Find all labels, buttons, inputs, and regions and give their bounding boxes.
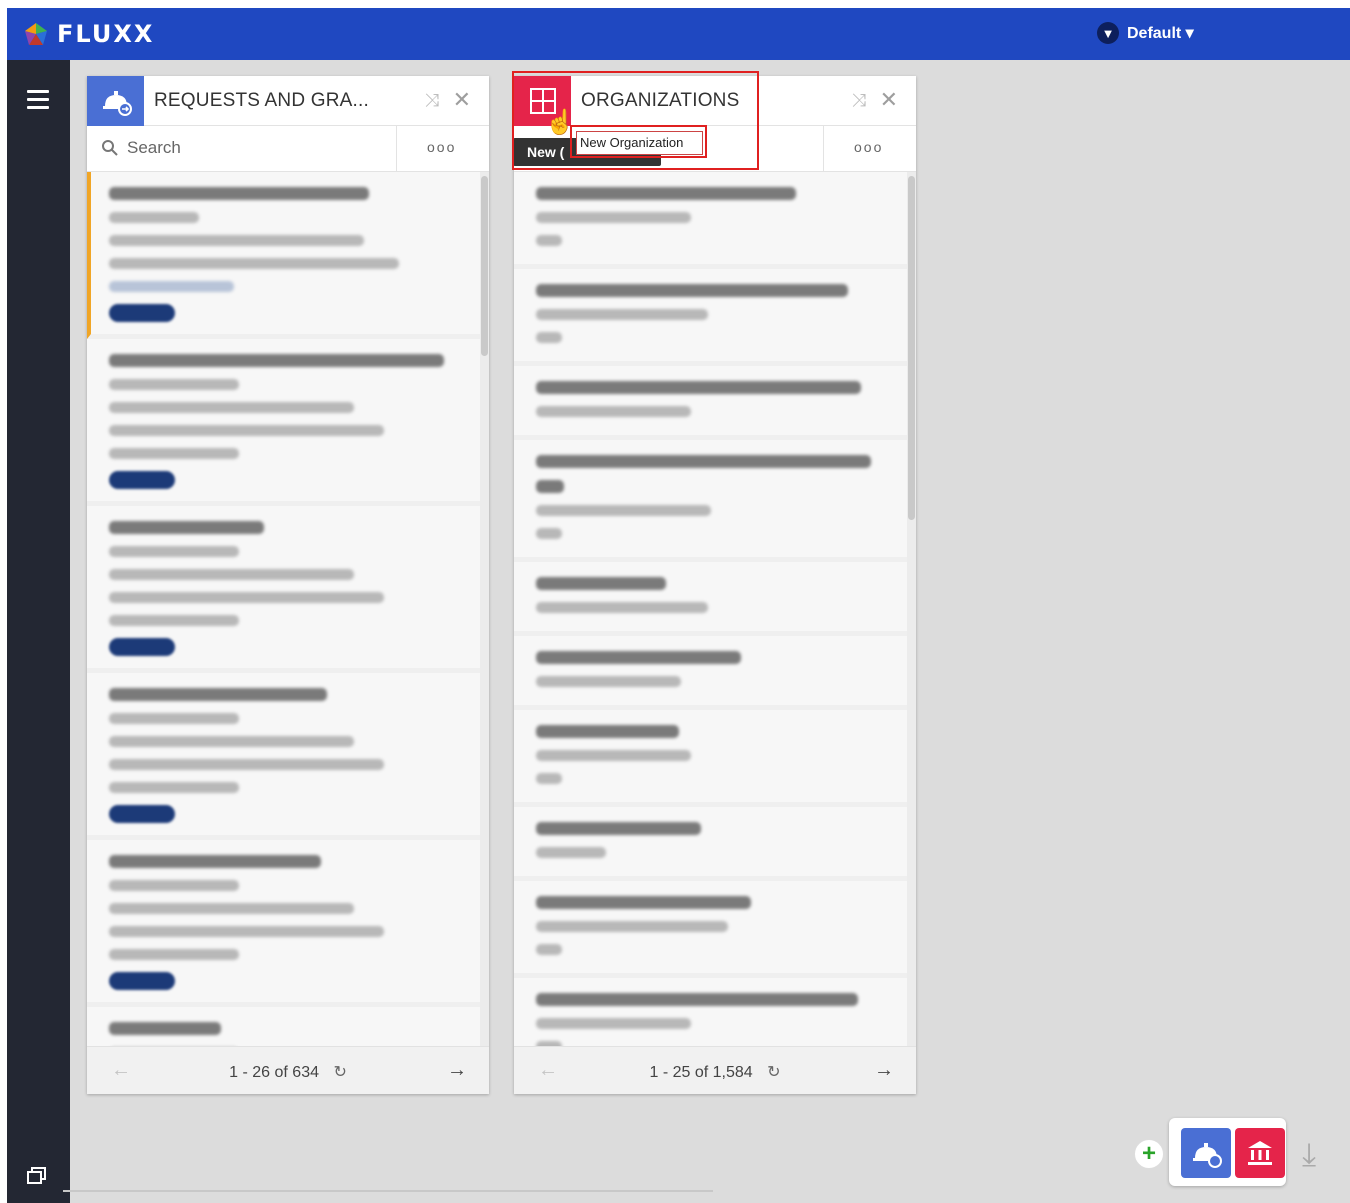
next-page-icon[interactable]: →: [447, 1059, 467, 1082]
search-icon: [102, 140, 118, 156]
app-logo[interactable]: FLUXX: [23, 20, 154, 48]
scrollbar[interactable]: [480, 172, 489, 1046]
minimize-icon[interactable]: ⤨: [425, 90, 439, 111]
list-item[interactable]: [87, 506, 480, 673]
list-item[interactable]: [514, 172, 907, 269]
list-item[interactable]: [87, 673, 480, 840]
highlight-outline-tooltip: [570, 125, 707, 158]
request-list: [87, 172, 480, 1046]
list-item[interactable]: [514, 710, 907, 807]
pager: 1 - 26 of 634 ↻: [87, 1062, 489, 1082]
organizations-card: ORGANIZATIONS ⤨ ✕ ooo ← 1 - 25 of 1,584: [514, 76, 916, 1094]
divider: [823, 126, 824, 172]
more-options-button[interactable]: ooo: [427, 139, 456, 155]
list-item[interactable]: [514, 978, 907, 1046]
close-icon[interactable]: ✕: [880, 87, 898, 113]
hamburger-icon[interactable]: [27, 90, 49, 114]
app-name: FLUXX: [57, 20, 155, 48]
next-page-icon[interactable]: →: [874, 1059, 894, 1082]
list-item[interactable]: [87, 1007, 480, 1046]
filter-dropdown[interactable]: ▼ Default ▾: [1097, 22, 1194, 44]
organization-list: [514, 172, 907, 1046]
pager: 1 - 25 of 1,584 ↻: [514, 1062, 916, 1082]
requests-card: REQUESTS AND GRA... ⤨ ✕ Search ooo ← 1 -…: [87, 76, 489, 1094]
dock-organizations-button[interactable]: [1235, 1128, 1285, 1178]
fluxx-logo-icon: [25, 23, 47, 45]
more-options-button[interactable]: ooo: [854, 139, 883, 155]
minimize-icon[interactable]: ⤨: [852, 90, 866, 111]
refresh-icon[interactable]: ↻: [333, 1062, 346, 1082]
app-window: FLUXX ▼ Default ▾ REQUESTS AND GRA... ⤨ …: [7, 8, 1350, 1203]
dock-requests-button[interactable]: [1181, 1128, 1231, 1178]
card-title: REQUESTS AND GRA...: [154, 90, 369, 111]
scrollbar[interactable]: [907, 172, 916, 1046]
cards-icon[interactable]: [27, 1167, 47, 1185]
funnel-icon: ▼: [1097, 22, 1119, 44]
card-header: REQUESTS AND GRA... ⤨ ✕: [87, 76, 489, 126]
pager-text: 1 - 25 of 1,584: [649, 1064, 753, 1081]
top-bar: FLUXX ▼ Default ▾: [7, 8, 1350, 60]
card-footer: ← 1 - 25 of 1,584 ↻ →: [514, 1046, 916, 1094]
add-dashboard-button[interactable]: +: [1134, 1139, 1164, 1169]
list-item[interactable]: [87, 339, 480, 506]
refresh-icon[interactable]: ↻: [767, 1062, 780, 1082]
list-item[interactable]: [514, 807, 907, 881]
list-item[interactable]: [87, 840, 480, 1007]
card-footer: ← 1 - 26 of 634 ↻ →: [87, 1046, 489, 1094]
list-item[interactable]: [514, 562, 907, 636]
list-item[interactable]: [514, 881, 907, 978]
download-icon[interactable]: ⤓: [1302, 1136, 1316, 1174]
search-bar: Search ooo: [87, 126, 489, 172]
list-item[interactable]: [514, 366, 907, 440]
bank-icon: [1248, 1141, 1272, 1165]
list-item[interactable]: [514, 269, 907, 366]
scrollbar-horizontal: [63, 1190, 713, 1192]
list-item[interactable]: [87, 172, 480, 339]
list-item[interactable]: [514, 440, 907, 562]
search-input[interactable]: Search: [101, 138, 181, 158]
list-item[interactable]: [514, 636, 907, 710]
hand-cursor-icon: ☝: [545, 109, 575, 136]
search-placeholder: Search: [127, 138, 181, 157]
divider: [396, 126, 397, 172]
sidebar: [7, 60, 70, 1203]
close-icon[interactable]: ✕: [453, 87, 471, 113]
filter-label: Default ▾: [1127, 25, 1194, 42]
dock: [1169, 1118, 1286, 1186]
requests-icon[interactable]: [87, 76, 144, 126]
requests-icon: [1193, 1143, 1222, 1168]
pager-text: 1 - 26 of 634: [229, 1064, 319, 1081]
